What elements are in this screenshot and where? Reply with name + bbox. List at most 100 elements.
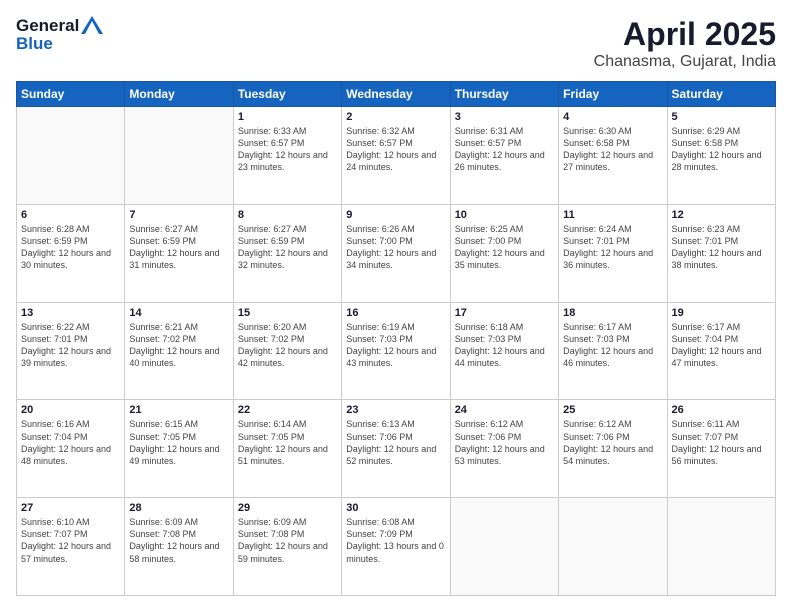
calendar-day-header: Sunday — [17, 82, 125, 107]
page-title: April 2025 — [594, 16, 776, 53]
calendar-header-row: SundayMondayTuesdayWednesdayThursdayFrid… — [17, 82, 776, 107]
day-info: Sunrise: 6:33 AM Sunset: 6:57 PM Dayligh… — [238, 125, 337, 174]
calendar-cell: 17 Sunrise: 6:18 AM Sunset: 7:03 PM Dayli… — [450, 302, 558, 400]
day-number: 14 — [129, 307, 228, 319]
calendar-cell: 5 Sunrise: 6:29 AM Sunset: 6:58 PM Daylig… — [667, 107, 775, 205]
calendar-cell — [559, 498, 667, 596]
calendar-cell: 6 Sunrise: 6:28 AM Sunset: 6:59 PM Daylig… — [17, 204, 125, 302]
calendar-body: 1 Sunrise: 6:33 AM Sunset: 6:57 PM Daylig… — [17, 107, 776, 596]
calendar-cell: 18 Sunrise: 6:17 AM Sunset: 7:03 PM Dayli… — [559, 302, 667, 400]
day-info: Sunrise: 6:21 AM Sunset: 7:02 PM Dayligh… — [129, 321, 228, 370]
day-info: Sunrise: 6:32 AM Sunset: 6:57 PM Dayligh… — [346, 125, 445, 174]
day-number: 16 — [346, 307, 445, 319]
calendar-cell: 4 Sunrise: 6:30 AM Sunset: 6:58 PM Daylig… — [559, 107, 667, 205]
day-number: 21 — [129, 404, 228, 416]
calendar-cell: 29 Sunrise: 6:09 AM Sunset: 7:08 PM Dayli… — [233, 498, 341, 596]
day-number: 27 — [21, 502, 120, 514]
header: General Blue April 2025 Chanasma, Gujara… — [16, 16, 776, 71]
calendar-cell: 24 Sunrise: 6:12 AM Sunset: 7:06 PM Dayli… — [450, 400, 558, 498]
day-info: Sunrise: 6:17 AM Sunset: 7:03 PM Dayligh… — [563, 321, 662, 370]
day-info: Sunrise: 6:09 AM Sunset: 7:08 PM Dayligh… — [238, 516, 337, 565]
calendar-cell: 14 Sunrise: 6:21 AM Sunset: 7:02 PM Dayli… — [125, 302, 233, 400]
day-info: Sunrise: 6:23 AM Sunset: 7:01 PM Dayligh… — [672, 223, 771, 272]
day-info: Sunrise: 6:08 AM Sunset: 7:09 PM Dayligh… — [346, 516, 445, 565]
day-number: 9 — [346, 209, 445, 221]
calendar-cell — [17, 107, 125, 205]
day-info: Sunrise: 6:11 AM Sunset: 7:07 PM Dayligh… — [672, 418, 771, 467]
calendar-cell: 19 Sunrise: 6:17 AM Sunset: 7:04 PM Dayli… — [667, 302, 775, 400]
calendar-cell: 25Sunrise: 6:12 AM Sunset: 7:06 PM Dayli… — [559, 400, 667, 498]
day-info: Sunrise: 6:09 AM Sunset: 7:08 PM Dayligh… — [129, 516, 228, 565]
day-info: Sunrise: 6:31 AM Sunset: 6:57 PM Dayligh… — [455, 125, 554, 174]
calendar-cell: 20 Sunrise: 6:16 AM Sunset: 7:04 PM Dayli… — [17, 400, 125, 498]
calendar-cell — [450, 498, 558, 596]
calendar-cell: 13 Sunrise: 6:22 AM Sunset: 7:01 PM Dayli… — [17, 302, 125, 400]
day-number: 24 — [455, 404, 554, 416]
day-info: Sunrise: 6:28 AM Sunset: 6:59 PM Dayligh… — [21, 223, 120, 272]
calendar-cell: 16 Sunrise: 6:19 AM Sunset: 7:03 PM Dayli… — [342, 302, 450, 400]
page-subtitle: Chanasma, Gujarat, India — [594, 53, 776, 71]
calendar-cell — [667, 498, 775, 596]
day-info: Sunrise: 6:12 AM Sunset: 7:06 PM Dayligh… — [563, 418, 662, 467]
day-number: 19 — [672, 307, 771, 319]
day-number: 12 — [672, 209, 771, 221]
day-number: 22 — [238, 404, 337, 416]
day-number: 2 — [346, 111, 445, 123]
calendar-cell — [125, 107, 233, 205]
logo-icon — [81, 16, 103, 34]
day-number: 20 — [21, 404, 120, 416]
day-number: 29 — [238, 502, 337, 514]
day-info: Sunrise: 6:30 AM Sunset: 6:58 PM Dayligh… — [563, 125, 662, 174]
day-number: 6 — [21, 209, 120, 221]
day-info: Sunrise: 6:10 AM Sunset: 7:07 PM Dayligh… — [21, 516, 120, 565]
calendar-cell: 2 Sunrise: 6:32 AM Sunset: 6:57 PM Daylig… — [342, 107, 450, 205]
page: General Blue April 2025 Chanasma, Gujara… — [0, 0, 792, 612]
day-info: Sunrise: 6:20 AM Sunset: 7:02 PM Dayligh… — [238, 321, 337, 370]
day-number: 7 — [129, 209, 228, 221]
calendar-cell: 1 Sunrise: 6:33 AM Sunset: 6:57 PM Daylig… — [233, 107, 341, 205]
day-number: 1 — [238, 111, 337, 123]
day-number: 23 — [346, 404, 445, 416]
day-info: Sunrise: 6:29 AM Sunset: 6:58 PM Dayligh… — [672, 125, 771, 174]
calendar-cell: 22Sunrise: 6:14 AM Sunset: 7:05 PM Dayli… — [233, 400, 341, 498]
day-info: Sunrise: 6:12 AM Sunset: 7:06 PM Dayligh… — [455, 418, 554, 467]
calendar-day-header: Friday — [559, 82, 667, 107]
day-info: Sunrise: 6:16 AM Sunset: 7:04 PM Dayligh… — [21, 418, 120, 467]
calendar-cell: 26Sunrise: 6:11 AM Sunset: 7:07 PM Dayli… — [667, 400, 775, 498]
day-info: Sunrise: 6:19 AM Sunset: 7:03 PM Dayligh… — [346, 321, 445, 370]
day-number: 17 — [455, 307, 554, 319]
day-info: Sunrise: 6:18 AM Sunset: 7:03 PM Dayligh… — [455, 321, 554, 370]
day-number: 18 — [563, 307, 662, 319]
logo-blue-text: Blue — [16, 34, 103, 54]
calendar-cell: 8Sunrise: 6:27 AM Sunset: 6:59 PM Daylig… — [233, 204, 341, 302]
day-number: 5 — [672, 111, 771, 123]
calendar-week-row: 27 Sunrise: 6:10 AM Sunset: 7:07 PM Dayli… — [17, 498, 776, 596]
calendar-cell: 30 Sunrise: 6:08 AM Sunset: 7:09 PM Dayli… — [342, 498, 450, 596]
day-number: 13 — [21, 307, 120, 319]
calendar-cell: 15Sunrise: 6:20 AM Sunset: 7:02 PM Dayli… — [233, 302, 341, 400]
day-info: Sunrise: 6:17 AM Sunset: 7:04 PM Dayligh… — [672, 321, 771, 370]
calendar-cell: 23 Sunrise: 6:13 AM Sunset: 7:06 PM Dayli… — [342, 400, 450, 498]
calendar-week-row: 13 Sunrise: 6:22 AM Sunset: 7:01 PM Dayli… — [17, 302, 776, 400]
day-info: Sunrise: 6:15 AM Sunset: 7:05 PM Dayligh… — [129, 418, 228, 467]
day-number: 30 — [346, 502, 445, 514]
calendar-cell: 3 Sunrise: 6:31 AM Sunset: 6:57 PM Daylig… — [450, 107, 558, 205]
calendar-day-header: Tuesday — [233, 82, 341, 107]
logo: General Blue — [16, 16, 103, 54]
calendar-day-header: Wednesday — [342, 82, 450, 107]
day-number: 4 — [563, 111, 662, 123]
calendar-cell: 21 Sunrise: 6:15 AM Sunset: 7:05 PM Dayli… — [125, 400, 233, 498]
calendar-day-header: Monday — [125, 82, 233, 107]
day-number: 3 — [455, 111, 554, 123]
day-number: 28 — [129, 502, 228, 514]
day-info: Sunrise: 6:27 AM Sunset: 6:59 PM Dayligh… — [238, 223, 337, 272]
day-info: Sunrise: 6:13 AM Sunset: 7:06 PM Dayligh… — [346, 418, 445, 467]
calendar-day-header: Saturday — [667, 82, 775, 107]
day-info: Sunrise: 6:22 AM Sunset: 7:01 PM Dayligh… — [21, 321, 120, 370]
calendar-cell: 9Sunrise: 6:26 AM Sunset: 7:00 PM Daylig… — [342, 204, 450, 302]
calendar-table: SundayMondayTuesdayWednesdayThursdayFrid… — [16, 81, 776, 596]
logo-general-text: General — [16, 16, 79, 36]
calendar-cell: 27 Sunrise: 6:10 AM Sunset: 7:07 PM Dayli… — [17, 498, 125, 596]
calendar-cell: 10Sunrise: 6:25 AM Sunset: 7:00 PM Dayli… — [450, 204, 558, 302]
calendar-cell: 7Sunrise: 6:27 AM Sunset: 6:59 PM Daylig… — [125, 204, 233, 302]
